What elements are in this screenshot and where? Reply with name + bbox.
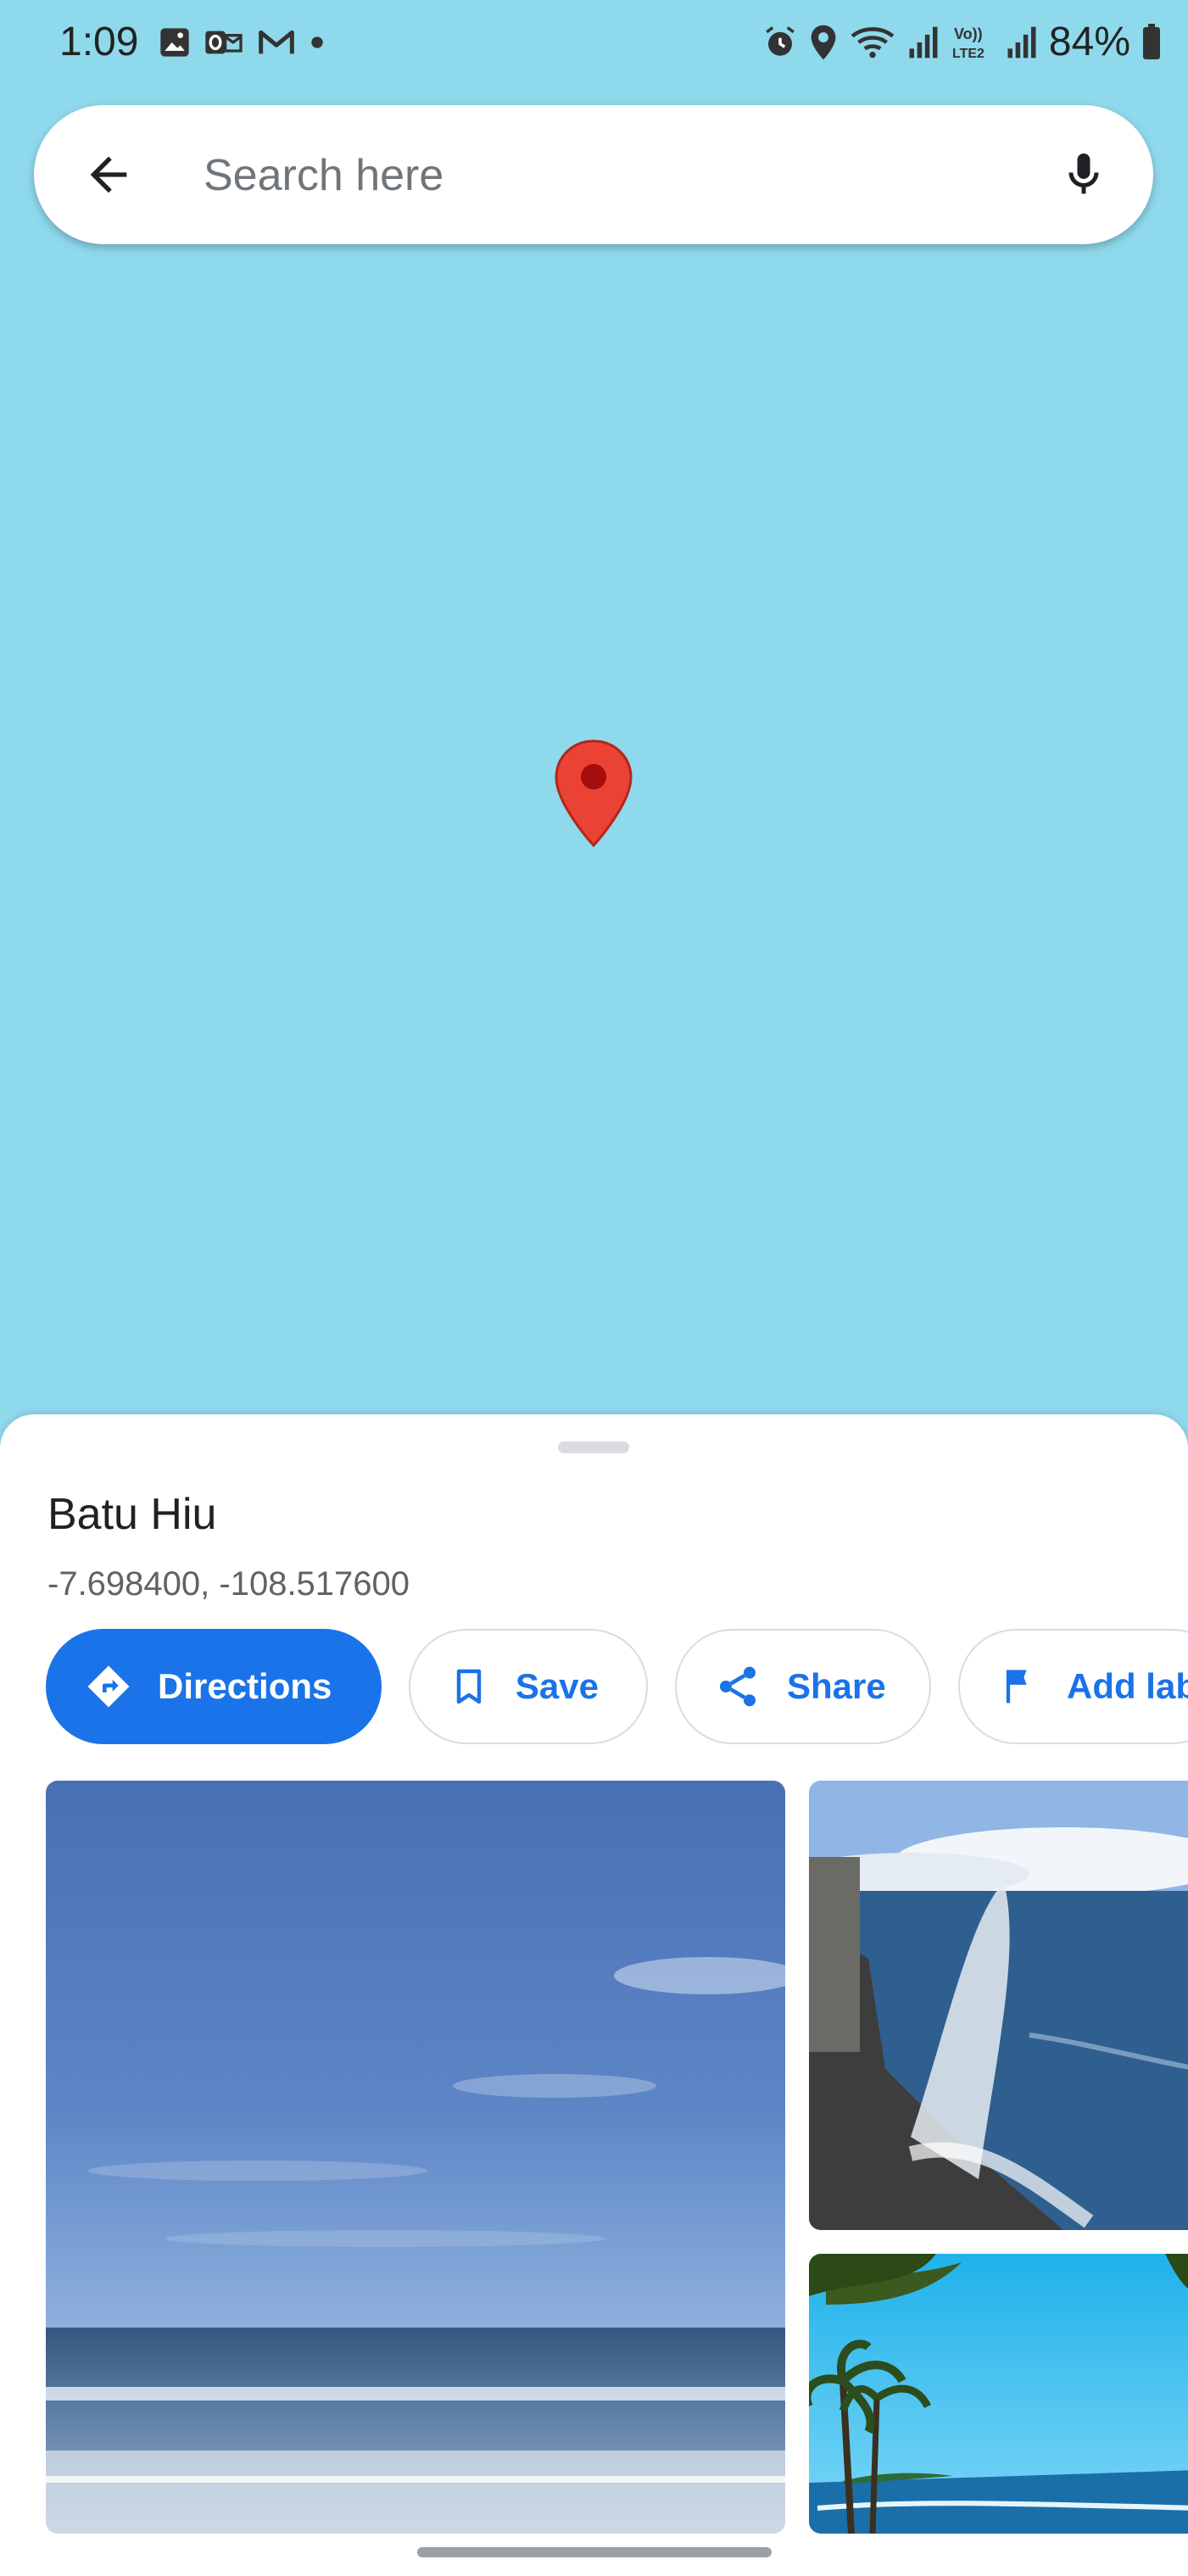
palm-photo-image [809, 2254, 1188, 2534]
save-button[interactable]: Save [409, 1629, 648, 1744]
blowhole-photo-image [809, 1781, 1188, 2230]
gesture-nav-bar[interactable] [417, 2547, 772, 2557]
place-photo[interactable] [46, 1781, 785, 2534]
directions-button[interactable]: Directions [46, 1629, 382, 1744]
outlook-icon [205, 31, 243, 54]
svg-text:Vo)): Vo)) [954, 25, 983, 42]
directions-icon [87, 1665, 130, 1708]
drag-handle[interactable] [558, 1441, 629, 1453]
microphone-icon [1068, 153, 1099, 194]
status-time: 1:09 [59, 20, 139, 64]
arrow-back-icon [90, 156, 127, 193]
place-photo[interactable] [809, 2254, 1188, 2534]
battery-icon [1143, 23, 1160, 59]
share-label: Share [787, 1666, 886, 1706]
status-bar: 1:09 Vo)) LTE2 84% [0, 0, 1188, 93]
share-icon [720, 1666, 756, 1707]
system-icons: Vo)) LTE2 84% [762, 19, 1163, 65]
flag-icon [1006, 1670, 1027, 1703]
location-icon [811, 25, 836, 59]
search-bar [34, 105, 1153, 244]
save-label: Save [515, 1666, 599, 1706]
signal-icon [1007, 26, 1036, 58]
add-label-label: Add lab [1067, 1666, 1188, 1706]
signal-icon [909, 26, 938, 58]
beach-photo-image [46, 1781, 785, 2534]
directions-label: Directions [158, 1666, 332, 1706]
gallery-icon [160, 28, 189, 57]
place-bottom-sheet[interactable]: Batu Hiu -7.698400, -108.517600 Directio… [0, 1414, 1188, 2576]
alarm-icon [766, 25, 795, 56]
add-label-button[interactable]: Add lab [958, 1629, 1188, 1744]
location-pin-icon[interactable] [551, 738, 636, 850]
share-button[interactable]: Share [675, 1629, 931, 1744]
volte-icon: Vo)) LTE2 [952, 25, 984, 61]
place-title: Batu Hiu [47, 1490, 217, 1539]
back-button[interactable] [75, 141, 142, 209]
dot-icon [311, 36, 323, 48]
place-coordinates: -7.698400, -108.517600 [47, 1565, 410, 1603]
svg-text:LTE2: LTE2 [952, 47, 984, 61]
bookmark-icon [456, 1669, 482, 1704]
wifi-icon [851, 26, 895, 58]
search-input[interactable] [204, 137, 1018, 214]
voice-search-button[interactable] [1050, 139, 1118, 210]
battery-percent: 84% [1048, 20, 1130, 64]
gmail-icon [259, 30, 294, 54]
action-chips: Directions Save Share Add lab [46, 1629, 1188, 1744]
notification-icons [158, 25, 326, 59]
place-photo[interactable] [809, 1781, 1188, 2230]
